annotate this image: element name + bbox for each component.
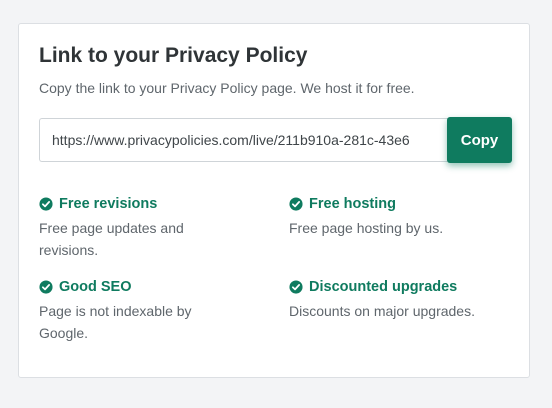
feature-title: Free hosting	[309, 196, 397, 212]
policy-link-input[interactable]	[39, 118, 459, 162]
link-row: Copy	[39, 117, 512, 163]
feature-discounted-upgrades: Discounted upgrades Discounts on major u…	[289, 278, 509, 322]
check-circle-icon	[39, 280, 53, 294]
feature-good-seo: Good SEO Page is not indexable by Google…	[39, 278, 239, 344]
feature-description: Page is not indexable by Google.	[39, 303, 192, 341]
feature-description: Free page hosting by us.	[289, 220, 444, 236]
card-subtitle: Copy the link to your Privacy Policy pag…	[39, 80, 415, 96]
card-title: Link to your Privacy Policy	[39, 44, 308, 67]
feature-title: Discounted upgrades	[309, 279, 458, 295]
feature-title: Good SEO	[59, 279, 132, 295]
copy-button[interactable]: Copy	[447, 117, 512, 163]
feature-free-hosting: Free hosting Free page hosting by us.	[289, 195, 509, 239]
feature-description: Discounts on major upgrades.	[289, 303, 475, 319]
check-circle-icon	[39, 197, 53, 211]
feature-description: Free page updates and revisions.	[39, 220, 184, 258]
feature-free-revisions: Free revisions Free page updates and rev…	[39, 195, 239, 261]
feature-title: Free revisions	[59, 196, 158, 212]
check-circle-icon	[289, 197, 303, 211]
privacy-policy-link-card: Link to your Privacy Policy Copy the lin…	[18, 23, 530, 378]
check-circle-icon	[289, 280, 303, 294]
